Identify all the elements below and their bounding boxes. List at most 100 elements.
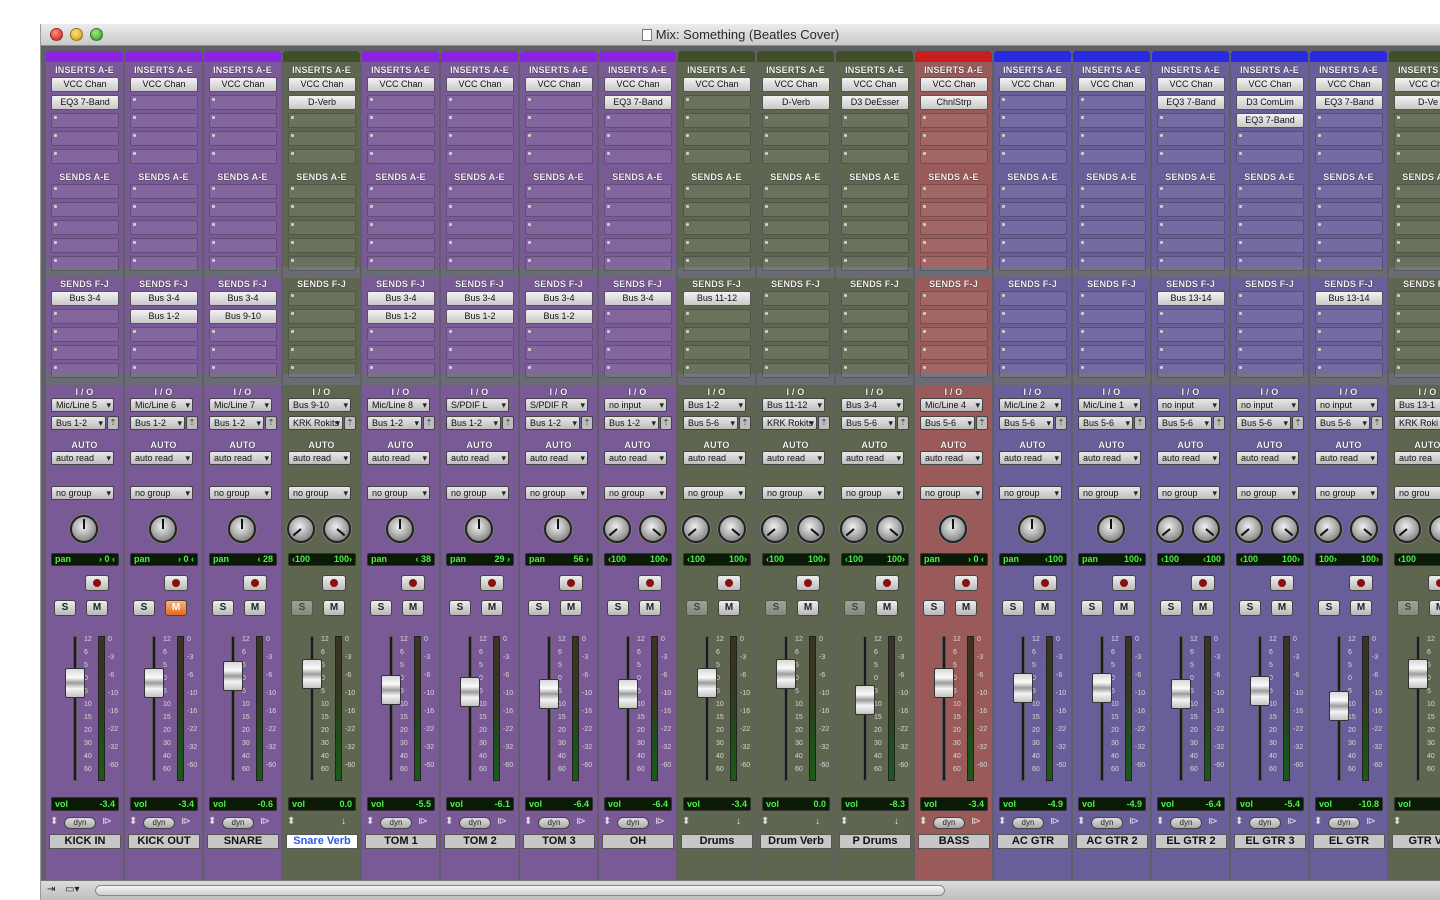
empty-send-slot[interactable] [1157,202,1225,217]
empty-insert-slot[interactable] [920,149,988,164]
output-selector[interactable]: Bus 5-6 [683,416,738,430]
track-name[interactable]: KICK OUT [128,834,200,849]
pan-left-knob[interactable] [761,515,789,543]
empty-send-slot[interactable] [1078,291,1146,306]
input-selector[interactable]: Mic/Line 1 [1078,398,1141,412]
empty-send-slot[interactable] [841,363,909,378]
volume-fader[interactable]: 1265051015203040600-3-6-10-16-22-32-60 [1164,636,1224,781]
empty-send-slot[interactable] [683,256,751,271]
empty-send-slot[interactable] [1236,220,1304,235]
empty-send-slot[interactable] [683,202,751,217]
empty-send-slot[interactable] [1315,345,1383,360]
comments-icon[interactable]: ⧐ [1050,817,1060,827]
output-selector[interactable]: Bus 1-2 [209,416,264,430]
empty-insert-slot[interactable] [841,131,909,146]
track-height-arrows-icon[interactable]: ⬍ [1314,817,1322,827]
fader-cap[interactable] [1092,673,1112,703]
input-selector[interactable]: no input [1157,398,1220,412]
solo-button[interactable]: S [1081,600,1103,616]
empty-send-slot[interactable] [1236,309,1304,324]
output-link-icon[interactable]: ⇡ [1292,416,1304,430]
volume-fader[interactable]: 1265051015203040600-3-6-10-16-22-32-60 [1085,636,1145,781]
track-name[interactable]: Snare Verb [286,834,358,849]
empty-insert-slot[interactable] [683,113,751,128]
pan-left-knob[interactable] [1235,515,1263,543]
pan-left-knob[interactable] [1156,515,1184,543]
dyn-button[interactable]: dyn [222,817,254,829]
solo-button[interactable]: S [449,600,471,616]
track-height-arrows-icon[interactable]: ⬍ [1393,817,1401,827]
group-selector[interactable]: no group [841,486,904,500]
group-selector[interactable]: no group [446,486,509,500]
empty-send-slot[interactable] [1394,184,1440,199]
track-height-arrows-icon[interactable]: ⬍ [998,817,1006,827]
comments-icon[interactable]: ⧐ [1287,817,1297,827]
empty-send-slot[interactable] [51,309,119,324]
empty-send-slot[interactable] [446,238,514,253]
empty-send-slot[interactable] [1078,238,1146,253]
pan-right-knob[interactable] [718,515,746,543]
empty-send-slot[interactable] [1394,309,1440,324]
automation-mode-selector[interactable]: auto read [604,451,667,465]
empty-send-slot[interactable] [683,345,751,360]
empty-send-slot[interactable] [604,220,672,235]
track-name[interactable]: AC GTR [997,834,1069,849]
track-height-arrows-icon[interactable]: ⬍ [524,817,532,827]
empty-send-slot[interactable] [999,256,1067,271]
insert-plugin-button[interactable]: VCC Cha [1394,77,1440,92]
empty-insert-slot[interactable] [367,113,435,128]
empty-insert-slot[interactable] [288,149,356,164]
send-button[interactable]: Bus 9-10 [209,309,277,324]
empty-send-slot[interactable] [841,309,909,324]
empty-send-slot[interactable] [683,327,751,342]
empty-insert-slot[interactable] [209,113,277,128]
empty-send-slot[interactable] [604,345,672,360]
input-selector[interactable]: no input [1236,398,1299,412]
empty-send-slot[interactable] [446,345,514,360]
empty-send-slot[interactable] [1315,256,1383,271]
mute-button[interactable]: M [86,600,108,616]
empty-send-slot[interactable] [51,327,119,342]
mute-button[interactable]: M [876,600,898,616]
solo-button[interactable]: S [844,600,866,616]
track-name[interactable]: EL GTR 2 [1155,834,1227,849]
empty-send-slot[interactable] [525,256,593,271]
empty-send-slot[interactable] [367,184,435,199]
mute-button[interactable]: M [797,600,819,616]
send-button[interactable]: Bus 11-12 [683,291,751,306]
empty-send-slot[interactable] [1236,327,1304,342]
empty-send-slot[interactable] [51,238,119,253]
fader-cap[interactable] [460,677,480,707]
dyn-button[interactable]: dyn [1091,817,1123,829]
insert-plugin-button[interactable]: EQ3 7-Band [1236,113,1304,128]
track-height-arrows-icon[interactable]: ⬍ [1235,817,1243,827]
automation-mode-selector[interactable]: auto read [683,451,746,465]
output-selector[interactable]: Bus 1-2 [525,416,580,430]
comments-icon[interactable]: ⧐ [576,817,586,827]
empty-insert-slot[interactable] [525,149,593,164]
empty-send-slot[interactable] [288,184,356,199]
empty-send-slot[interactable] [1078,363,1146,378]
output-selector[interactable]: Bus 5-6 [1315,416,1370,430]
empty-insert-slot[interactable] [683,131,751,146]
insert-plugin-button[interactable]: VCC Chan [920,77,988,92]
group-selector[interactable]: no group [920,486,983,500]
mute-button[interactable]: M [402,600,424,616]
empty-send-slot[interactable] [288,345,356,360]
empty-send-slot[interactable] [130,202,198,217]
send-button[interactable]: Bus 3-4 [367,291,435,306]
group-selector[interactable]: no grou [1394,486,1440,500]
record-enable-button[interactable] [1112,575,1136,591]
comments-icon[interactable]: ⧐ [1366,817,1376,827]
empty-insert-slot[interactable] [999,95,1067,110]
empty-send-slot[interactable] [1315,220,1383,235]
empty-send-slot[interactable] [999,238,1067,253]
output-selector[interactable]: Bus 5-6 [1078,416,1133,430]
automation-mode-selector[interactable]: auto read [130,451,193,465]
empty-insert-slot[interactable] [1078,149,1146,164]
empty-insert-slot[interactable] [1236,149,1304,164]
empty-send-slot[interactable] [1157,220,1225,235]
empty-insert-slot[interactable] [604,113,672,128]
output-link-icon[interactable]: ⇡ [581,416,593,430]
empty-send-slot[interactable] [762,238,830,253]
